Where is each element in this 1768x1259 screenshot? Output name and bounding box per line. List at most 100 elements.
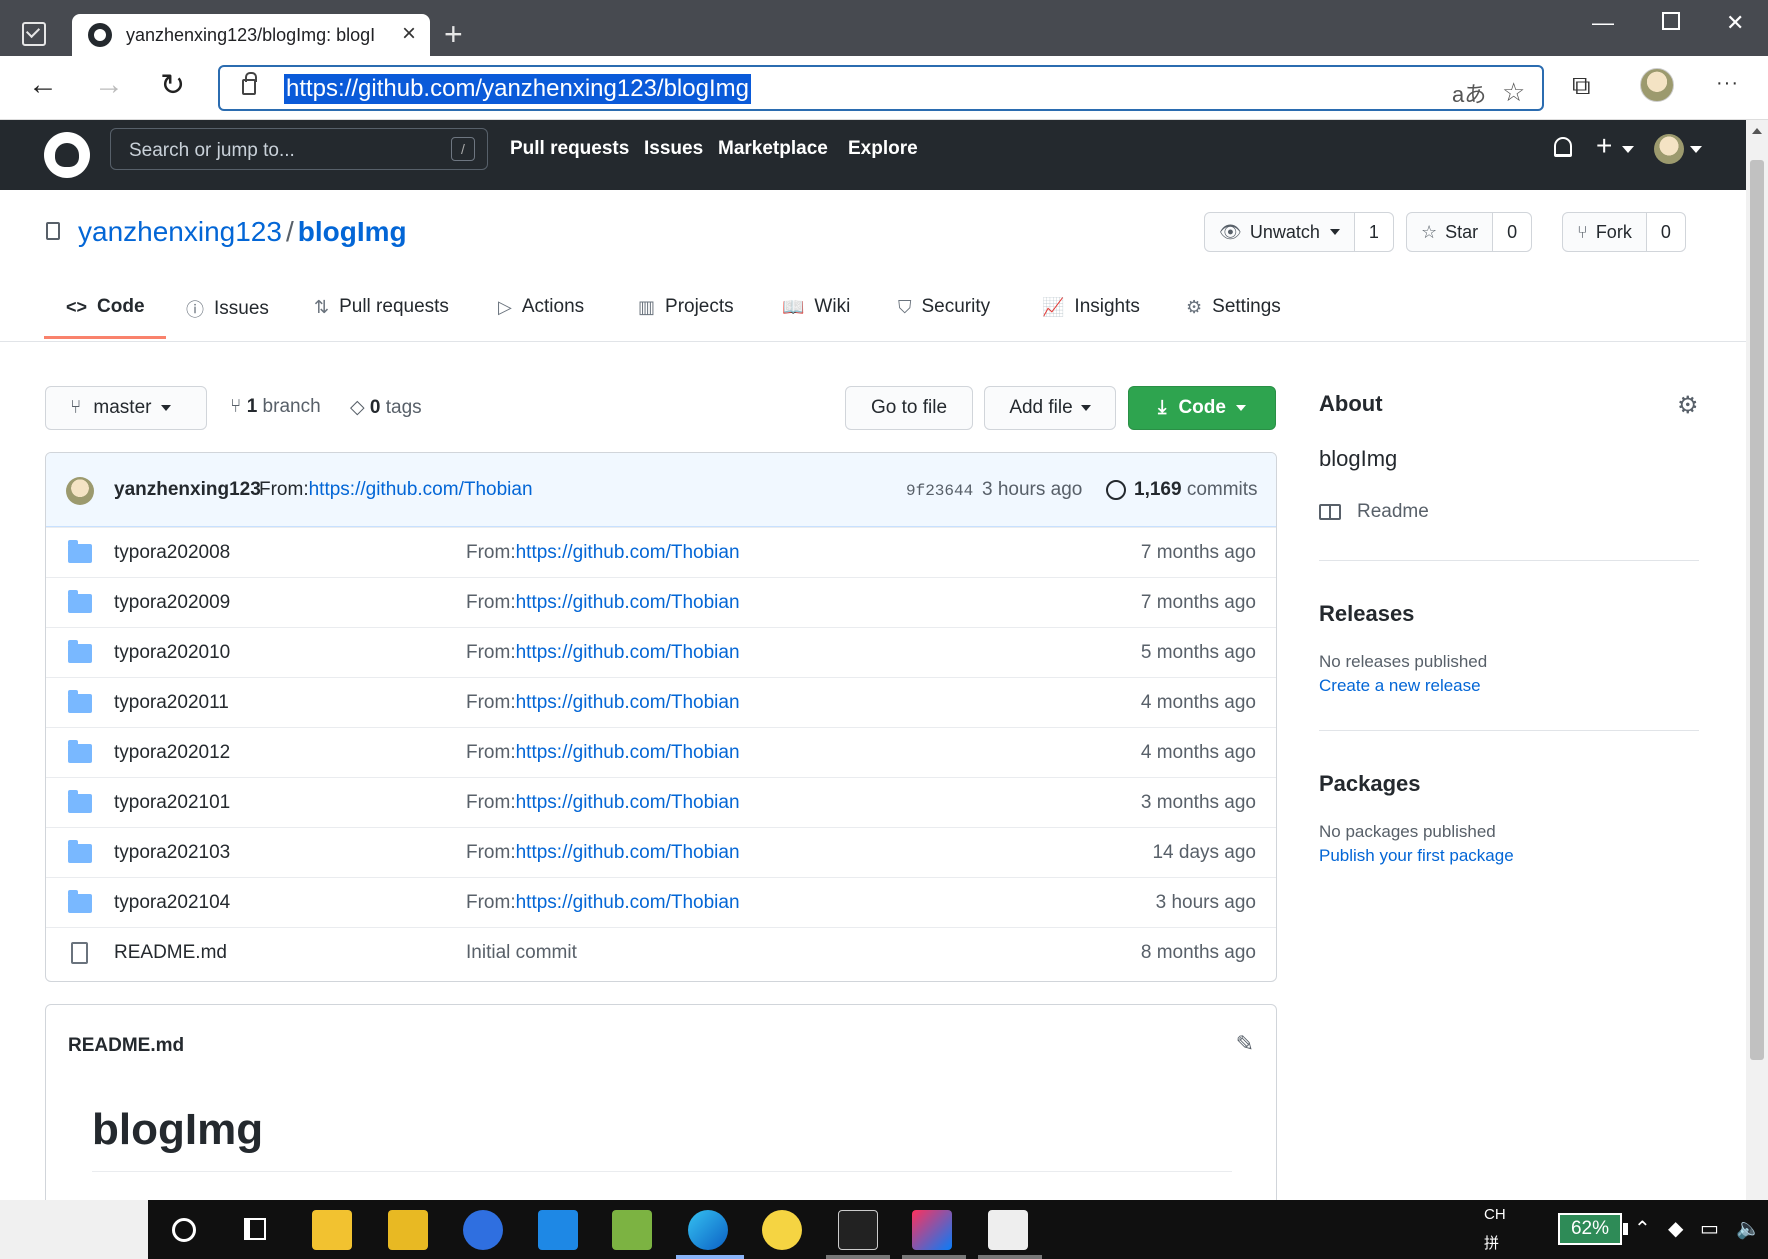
tab-actions-icon[interactable] [22,22,46,46]
cortana-icon[interactable] [172,1218,196,1242]
packages-heading[interactable]: Packages [1319,771,1421,797]
minimize-icon[interactable]: — [1592,10,1614,36]
create-new-icon[interactable]: + [1596,130,1612,162]
star-count[interactable]: 0 [1507,222,1517,243]
tab-pull-requests[interactable]: ⇅ Pull requests [314,296,449,318]
commit-message-link[interactable]: https://github.com/Thobian [309,479,533,500]
taskbar-search-area[interactable] [0,1200,148,1259]
file-row[interactable]: typora202009 From:https://github.com/Tho… [46,577,1276,627]
file-name[interactable]: typora202012 [114,742,230,764]
file-commit-link[interactable]: https://github.com/Thobian [516,742,740,763]
file-name[interactable]: typora202104 [114,892,230,914]
readme-filename[interactable]: README.md [68,1035,184,1057]
fork-button[interactable]: ⑂ Fork 0 [1562,212,1686,252]
add-file-button[interactable]: Add file [984,386,1116,430]
tray-app-icon[interactable]: ◆ [1668,1216,1683,1241]
scroll-up-icon[interactable] [1752,128,1762,134]
edge-icon[interactable] [688,1210,728,1250]
tab-security[interactable]: ⛉ Security [898,296,990,318]
task-view-icon[interactable] [244,1218,266,1240]
commit-sha[interactable]: 9f23644 [906,482,973,500]
file-row[interactable]: typora202104 From:https://github.com/Tho… [46,877,1276,927]
watch-count[interactable]: 1 [1369,222,1379,243]
file-name[interactable]: typora202101 [114,792,230,814]
image-app-icon[interactable] [612,1210,652,1250]
branches-link[interactable]: ⑂ 1 branch [230,396,321,418]
new-tab-icon[interactable]: + [444,16,463,53]
gear-icon[interactable]: ⚙ [1677,391,1699,420]
typora-icon[interactable] [988,1210,1028,1250]
user-menu-caret-icon[interactable] [1690,146,1702,153]
intellij-icon[interactable] [912,1210,952,1250]
file-row[interactable]: README.md Initial commit 8 months ago [46,927,1276,977]
tab-actions[interactable]: ▷ Actions [498,296,584,318]
url-text[interactable]: https://github.com/yanzhenxing123/blogIm… [284,74,751,104]
tab-projects[interactable]: ▥ Projects [638,296,734,318]
nav-marketplace[interactable]: Marketplace [718,138,828,160]
history-icon[interactable] [1106,480,1126,500]
browser-menu-icon[interactable]: ··· [1716,72,1739,95]
window-close-icon[interactable]: ✕ [1726,10,1744,36]
commits-link[interactable]: 1,169 commits [1134,479,1258,501]
notification-bell-icon[interactable] [1554,137,1572,157]
maximize-icon[interactable] [1662,12,1680,30]
nav-pull-requests[interactable]: Pull requests [510,138,629,160]
browser-profile-avatar[interactable] [1640,68,1674,102]
file-commit-message[interactable]: Initial commit [466,942,577,964]
create-caret-icon[interactable] [1622,146,1634,153]
address-bar[interactable]: https://github.com/yanzhenxing123/blogIm… [218,65,1544,111]
favorite-star-icon[interactable]: ☆ [1502,77,1525,108]
tab-issues[interactable]: ⓘ Issues [186,296,269,322]
lock-icon[interactable] [242,72,257,95]
file-name[interactable]: typora202008 [114,542,230,564]
battery-indicator[interactable]: 62% [1558,1213,1628,1245]
commit-author[interactable]: yanzhenxing123 [114,479,261,501]
file-commit-link[interactable]: https://github.com/Thobian [516,892,740,913]
tab-code[interactable]: <> Code [66,296,145,318]
publish-package-link[interactable]: Publish your first package [1319,846,1514,866]
file-commit-link[interactable]: https://github.com/Thobian [516,792,740,813]
terminal-icon[interactable] [838,1210,878,1250]
scrollbar-thumb[interactable] [1750,160,1764,1060]
releases-heading[interactable]: Releases [1319,601,1414,627]
file-name[interactable]: typora202010 [114,642,230,664]
file-row[interactable]: typora202010 From:https://github.com/Tho… [46,627,1276,677]
browser-tab-active[interactable]: yanzhenxing123/blogImg: blogIm × [72,14,430,56]
mail-icon[interactable] [538,1210,578,1250]
readme-link[interactable]: Readme [1319,501,1429,523]
tab-wiki[interactable]: 📖 Wiki [782,296,850,318]
commit-author-avatar[interactable] [66,477,94,505]
user-avatar[interactable] [1654,134,1684,164]
star-button[interactable]: ☆ Star 0 [1406,212,1533,252]
file-commit-link[interactable]: https://github.com/Thobian [516,842,740,863]
file-commit-link[interactable]: https://github.com/Thobian [516,642,740,663]
file-commit-link[interactable]: https://github.com/Thobian [516,692,740,713]
forward-icon[interactable]: → [94,68,124,102]
collections-icon[interactable]: ⧉ [1572,70,1591,102]
tab-close-icon[interactable]: × [402,20,416,48]
fork-count[interactable]: 0 [1661,222,1671,243]
tab-insights[interactable]: 📈 Insights [1042,296,1140,318]
ime-language[interactable]: CH [1484,1206,1506,1223]
pencil-icon[interactable]: ✎ [1236,1031,1254,1057]
tab-settings[interactable]: ⚙ Settings [1186,296,1281,318]
code-download-button[interactable]: ⤓ Code [1128,386,1276,430]
file-row[interactable]: typora202011 From:https://github.com/Tho… [46,677,1276,727]
nav-issues[interactable]: Issues [644,138,703,160]
battery-icon[interactable]: ▭ [1700,1216,1719,1241]
ime-mode[interactable]: 拼 [1484,1232,1499,1253]
nav-explore[interactable]: Explore [848,138,918,160]
store-icon[interactable] [312,1210,352,1250]
file-commit-link[interactable]: https://github.com/Thobian [516,542,740,563]
file-row[interactable]: typora202008 From:https://github.com/Tho… [46,527,1276,577]
repo-name-link[interactable]: blogImg [298,216,407,247]
watch-button[interactable]: 👁 Unwatch 1 [1204,212,1394,252]
tags-link[interactable]: ◇ 0 tags [350,396,422,419]
refresh-icon[interactable]: ↻ [160,68,185,103]
repo-owner-link[interactable]: yanzhenxing123 [78,216,282,247]
chevron-up-icon[interactable]: ⌃ [1634,1216,1651,1241]
github-logo-icon[interactable] [44,132,90,178]
file-commit-link[interactable]: https://github.com/Thobian [516,592,740,613]
file-row[interactable]: typora202012 From:https://github.com/Tho… [46,727,1276,777]
speaker-muted-icon[interactable]: 🔈 [1736,1216,1761,1241]
